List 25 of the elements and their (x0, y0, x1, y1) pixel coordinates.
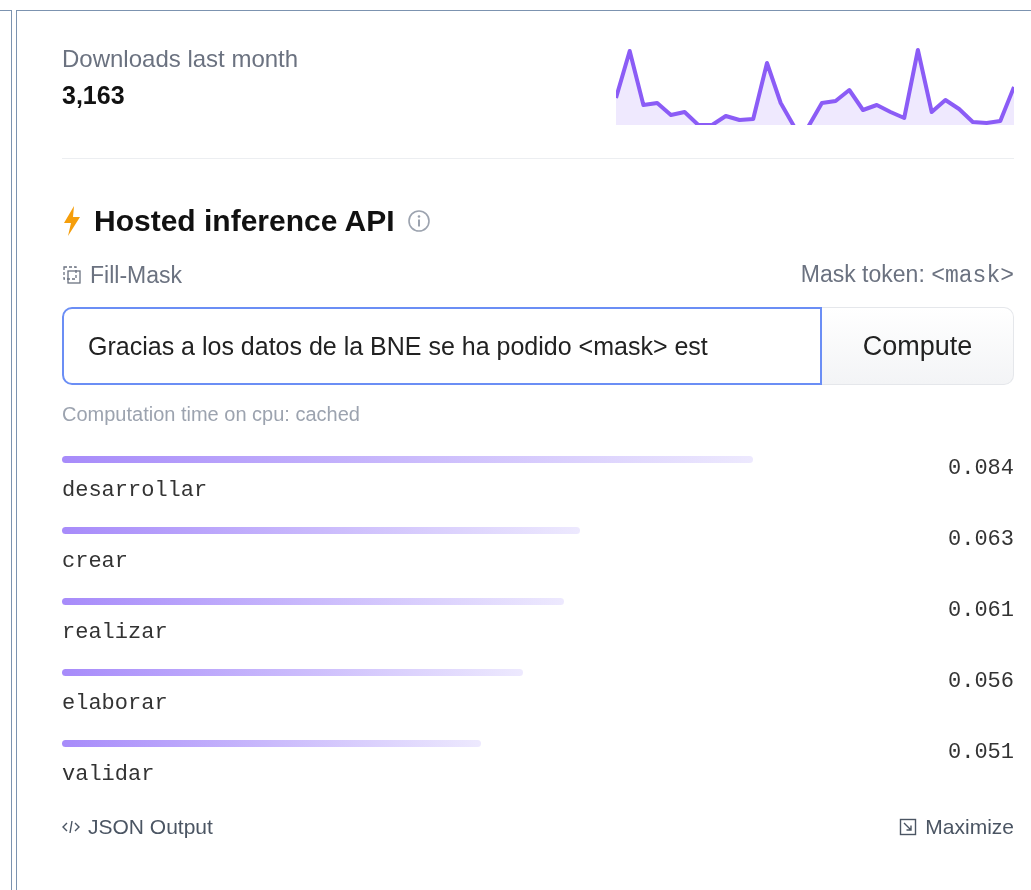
compute-button[interactable]: Compute (822, 307, 1014, 385)
input-field[interactable]: Gracias a los datos de la BNE se ha podido <mask> est (62, 307, 822, 385)
score-value: 0.084 (948, 456, 1014, 483)
token-label: crear (62, 548, 129, 576)
token-label: elaborar (62, 690, 169, 718)
score-value: 0.063 (948, 527, 1014, 554)
token-label: desarrollar (62, 477, 209, 505)
info-icon[interactable] (406, 209, 431, 233)
score-value: 0.061 (948, 598, 1014, 625)
task-label: Fill-Mask (90, 261, 182, 289)
downloads-label: Downloads last month (62, 45, 299, 73)
lightning-icon (62, 206, 82, 236)
score-value: 0.056 (948, 669, 1014, 696)
computation-note: Computation time on cpu: cached (62, 403, 361, 426)
token-label: realizar (62, 619, 169, 647)
json-output-link[interactable]: JSON Output (62, 815, 213, 839)
fill-mask-icon (62, 265, 82, 285)
code-icon (62, 820, 80, 834)
score-value: 0.051 (948, 740, 1014, 767)
maximize-link[interactable]: Maximize (899, 815, 1014, 839)
section-title: Hosted inference API (94, 204, 395, 238)
maximize-icon (899, 818, 918, 836)
downloads-count: 3,163 (62, 81, 126, 110)
token-label: validar (62, 761, 156, 789)
mask-token-label: Mask token: <mask> (800, 261, 1014, 289)
